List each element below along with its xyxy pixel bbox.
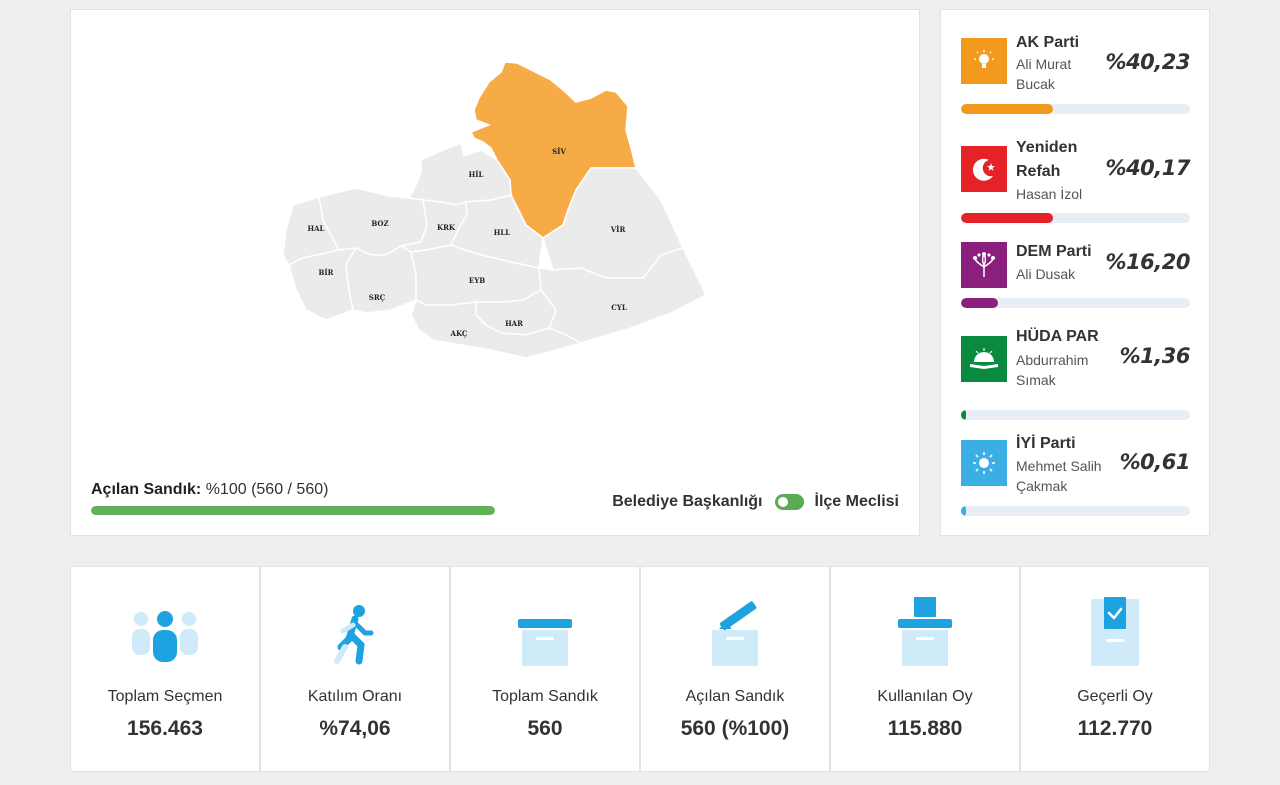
party-percent: %16,20 xyxy=(1105,250,1191,274)
stat-total-boxes: Toplam Sandık 560 xyxy=(450,566,640,772)
stat-label: Katılım Oranı xyxy=(307,688,403,705)
party-row-huda-par[interactable]: HÜDA PAR Abdurrahim Sımak %1,36 xyxy=(961,328,1191,420)
map-label-cyl: CYL xyxy=(611,303,627,312)
voters-icon xyxy=(132,611,198,662)
party-row-yeniden-refah[interactable]: Yeniden Refah Hasan İzol %40,17 xyxy=(961,139,1191,223)
party-share-fill xyxy=(961,410,967,420)
opened-boxes-progress-bar xyxy=(91,506,495,515)
candidate-name-line2: Sımak xyxy=(1016,372,1056,388)
party-name-line1: Yeniden xyxy=(1016,139,1078,156)
party-name: AK Parti xyxy=(1016,34,1080,51)
candidate-name-line2: Çakmak xyxy=(1016,478,1068,494)
district-map: SİV HİL HAL BOZ KRK HLL VİR BİR SRÇ EYB … xyxy=(282,61,707,359)
map-label-siv: SİV xyxy=(552,147,566,156)
candidate-name-line1: Ali Murat xyxy=(1016,56,1072,72)
map-label-vir: VİR xyxy=(610,225,626,234)
party-share-bar xyxy=(961,506,1190,516)
party-row-iyi-parti[interactable]: İYİ Parti Mehmet Salih Çakmak %0,61 xyxy=(961,435,1191,520)
candidate-name-line2: Bucak xyxy=(1016,76,1055,92)
map-label-har: HAR xyxy=(505,319,523,328)
stat-value: %74,06 xyxy=(319,717,391,740)
stat-label: Kullanılan Oy xyxy=(877,688,973,705)
opened-box-icon xyxy=(712,601,758,666)
party-percent: %0,61 xyxy=(1119,450,1191,474)
party-percent: %1,36 xyxy=(1119,344,1191,368)
stat-valid-votes: Geçerli Oy 112.770 xyxy=(1020,566,1210,772)
party-name: HÜDA PAR xyxy=(1016,328,1099,345)
map-label-akc: AKÇ xyxy=(450,329,468,338)
result-type-toggle[interactable] xyxy=(774,494,804,510)
party-share-fill xyxy=(961,506,967,516)
stat-votes-cast: Kullanılan Oy 115.880 xyxy=(830,566,1020,772)
crescent-icon xyxy=(961,146,1007,192)
party-name: DEM Parti xyxy=(1016,243,1092,260)
stat-label: Toplam Seçmen xyxy=(107,688,223,705)
sun-icon xyxy=(961,440,1007,486)
stat-label: Açılan Sandık xyxy=(685,688,785,705)
candidate-name-line1: Mehmet Salih xyxy=(1016,458,1102,474)
stat-value: 115.880 xyxy=(887,717,963,740)
map-label-bir: BİR xyxy=(318,268,333,277)
party-share-bar xyxy=(961,213,1190,223)
toggle-right-label[interactable]: İlçe Meclisi xyxy=(815,493,900,511)
party-row-ak-parti[interactable]: AK Parti Ali Murat Bucak %40,23 xyxy=(961,34,1191,118)
candidate-name: Ali Dusak xyxy=(1016,266,1076,282)
map-label-hll: HLL xyxy=(494,228,511,237)
party-share-bar xyxy=(961,104,1190,114)
party-share-fill xyxy=(961,298,999,308)
ballot-box-icon xyxy=(518,619,572,666)
map-label-hal: HAL xyxy=(308,224,325,233)
progress-title: Açılan Sandık: xyxy=(91,481,202,498)
progress-value: %100 (560 / 560) xyxy=(205,481,329,498)
candidate-name: Hasan İzol xyxy=(1016,186,1083,202)
party-share-bar xyxy=(961,410,1190,420)
stat-value: 560 (%100) xyxy=(680,717,790,740)
valid-vote-icon xyxy=(1091,597,1139,666)
party-share-fill xyxy=(961,104,1054,114)
district-src[interactable] xyxy=(345,245,417,314)
stat-value: 156.463 xyxy=(127,717,203,740)
stat-label: Toplam Sandık xyxy=(492,688,598,705)
stat-turnout: Katılım Oranı %74,06 xyxy=(260,566,450,772)
toggle-left-label[interactable]: Belediye Başkanlığı xyxy=(612,493,762,511)
party-percent: %40,23 xyxy=(1105,50,1191,74)
tree-icon xyxy=(961,242,1007,288)
party-share-fill xyxy=(961,213,1053,223)
party-name-line2: Refah xyxy=(1016,163,1061,180)
party-name: İYİ Parti xyxy=(1016,435,1076,452)
candidate-name-line1: Abdurrahim xyxy=(1016,352,1089,368)
result-type-toggle-group: Belediye Başkanlığı İlçe Meclisi xyxy=(612,493,899,511)
ballot-cast-icon xyxy=(898,597,952,666)
map-label-hil: HİL xyxy=(469,170,484,179)
party-percent: %40,17 xyxy=(1105,156,1191,180)
stat-value: 560 xyxy=(527,717,563,740)
map-label-boz: BOZ xyxy=(371,219,388,228)
district-map-panel: SİV HİL HAL BOZ KRK HLL VİR BİR SRÇ EYB … xyxy=(70,9,920,536)
book-sunrise-icon xyxy=(961,336,1007,382)
stat-value: 112.770 xyxy=(1077,717,1153,740)
progress-fill xyxy=(91,506,495,515)
map-label-src: SRÇ xyxy=(369,293,386,302)
walking-person-icon xyxy=(334,605,374,665)
party-share-bar xyxy=(961,298,1190,308)
party-row-dem-parti[interactable]: DEM Parti Ali Dusak %16,20 xyxy=(961,242,1191,312)
map-label-krk: KRK xyxy=(437,223,456,232)
stat-opened-boxes: Açılan Sandık 560 (%100) xyxy=(640,566,830,772)
stat-label: Geçerli Oy xyxy=(1077,688,1153,705)
map-label-eyb: EYB xyxy=(469,276,485,285)
stat-total-voters: Toplam Seçmen 156.463 xyxy=(70,566,260,772)
lightbulb-icon xyxy=(961,38,1007,84)
opened-boxes-progress-label: Açılan Sandık: %100 (560 / 560) xyxy=(91,481,328,499)
party-results-panel: AK Parti Ali Murat Bucak %40,23 Yeniden … xyxy=(940,9,1210,536)
